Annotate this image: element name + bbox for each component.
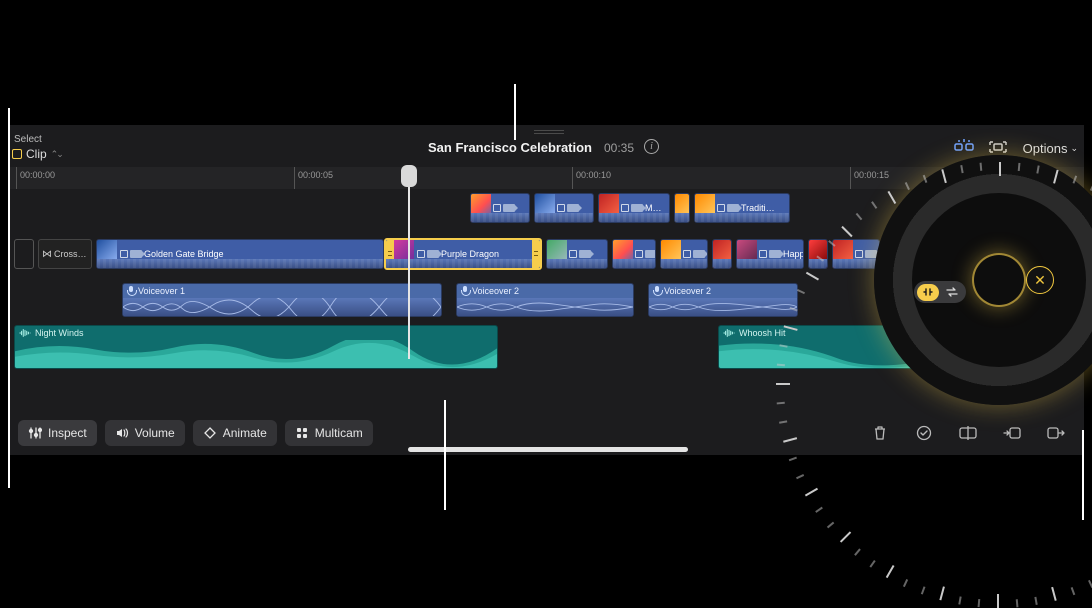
append-clip-button[interactable] [1038, 420, 1074, 446]
jog-mode-toggle[interactable] [914, 281, 966, 303]
speaker-icon [115, 426, 129, 440]
microphone-icon [653, 286, 661, 296]
jog-wheel[interactable]: ✕ [874, 155, 1092, 405]
split-clip-button[interactable] [950, 420, 986, 446]
drag-handle-icon[interactable] [534, 130, 564, 135]
callout-line [514, 84, 516, 140]
video-clip[interactable] [712, 239, 732, 269]
voiceover-clip[interactable]: Voiceover 1 [122, 283, 442, 317]
blade-icon [958, 424, 978, 442]
microphone-icon [127, 286, 135, 296]
video-clip[interactable] [808, 239, 828, 269]
callout-line [8, 108, 10, 488]
delete-button[interactable] [862, 420, 898, 446]
transition-clip[interactable]: ⋈ Cross… [38, 239, 92, 269]
connected-clip[interactable] [534, 193, 594, 223]
waveform-icon [723, 328, 735, 338]
insert-clip-button[interactable] [994, 420, 1030, 446]
jog-glow [974, 255, 1024, 305]
connected-clip[interactable] [470, 193, 530, 223]
video-clip[interactable]: Pa… [832, 239, 880, 269]
inspect-button[interactable]: Inspect [18, 420, 97, 446]
animate-button[interactable]: Animate [193, 420, 277, 446]
ruler-tick: 00:00:00 [16, 167, 55, 189]
options-menu-button[interactable]: Options ⌄ [1023, 141, 1078, 156]
microphone-icon [461, 286, 469, 296]
playhead-handle[interactable] [401, 165, 417, 187]
crossfade-icon: ⋈ [42, 249, 52, 260]
trash-icon [871, 424, 889, 442]
jog-mode-nudge[interactable] [917, 284, 939, 301]
connected-clip[interactable]: M… [598, 193, 670, 223]
magnetic-timeline-icon[interactable] [952, 138, 976, 156]
insert-icon [1002, 424, 1022, 442]
keyframe-icon [203, 426, 217, 440]
sliders-icon [28, 426, 42, 440]
jog-mode-swap[interactable] [941, 284, 963, 301]
voiceover-clip[interactable]: Voiceover 2 [648, 283, 798, 317]
info-icon[interactable]: i [644, 139, 659, 154]
transition-label: Cross… [54, 249, 87, 259]
project-duration: 00:35 [604, 141, 634, 155]
voiceover-clip[interactable]: Voiceover 2 [456, 283, 634, 317]
video-clip[interactable]: Golden Gate Bridge [96, 239, 384, 269]
video-clip[interactable] [612, 239, 656, 269]
clip-mode-text: Clip [26, 147, 47, 161]
storyline-start-placeholder[interactable] [14, 239, 34, 269]
waveform-icon [19, 328, 31, 338]
focus-timeline-icon[interactable] [986, 138, 1010, 156]
volume-button[interactable]: Volume [105, 420, 185, 446]
music-clip[interactable]: Night Winds [14, 325, 498, 369]
video-clip[interactable]: C… [660, 239, 708, 269]
grid-icon [295, 426, 309, 440]
ruler-tick: 00:00:10 [572, 167, 611, 189]
select-label: Select [14, 134, 42, 145]
trim-handle-right[interactable] [532, 240, 540, 268]
connected-clip[interactable]: Traditi… [694, 193, 790, 223]
ruler-tick: 00:00:05 [294, 167, 333, 189]
options-label: Options [1023, 141, 1068, 156]
jog-close-button[interactable]: ✕ [1026, 266, 1054, 294]
connected-clip[interactable] [674, 193, 690, 223]
chevron-updown-icon: ⌃⌄ [51, 149, 62, 160]
timeline-panel: Select Clip ⌃⌄ San Francisco Celebration… [8, 125, 1084, 455]
project-title: San Francisco Celebration [428, 140, 592, 155]
app-stage: Select Clip ⌃⌄ San Francisco Celebration… [0, 0, 1092, 602]
append-icon [1046, 424, 1066, 442]
callout-line [1082, 430, 1084, 520]
selection-mode-button[interactable]: Clip ⌃⌄ [12, 147, 62, 161]
video-clip[interactable] [546, 239, 608, 269]
multicam-button[interactable]: Multicam [285, 420, 373, 446]
chevron-down-icon: ⌄ [1070, 143, 1078, 154]
enable-disable-button[interactable] [906, 420, 942, 446]
checkmark-circle-icon [915, 424, 933, 442]
clip-mode-icon [12, 149, 22, 159]
playhead[interactable] [408, 167, 410, 359]
callout-line [444, 400, 446, 510]
home-indicator [408, 447, 688, 452]
video-clip[interactable]: Happy… [736, 239, 804, 269]
clip-toolbar: Inspect Volume Animate Multicam [8, 411, 1084, 455]
